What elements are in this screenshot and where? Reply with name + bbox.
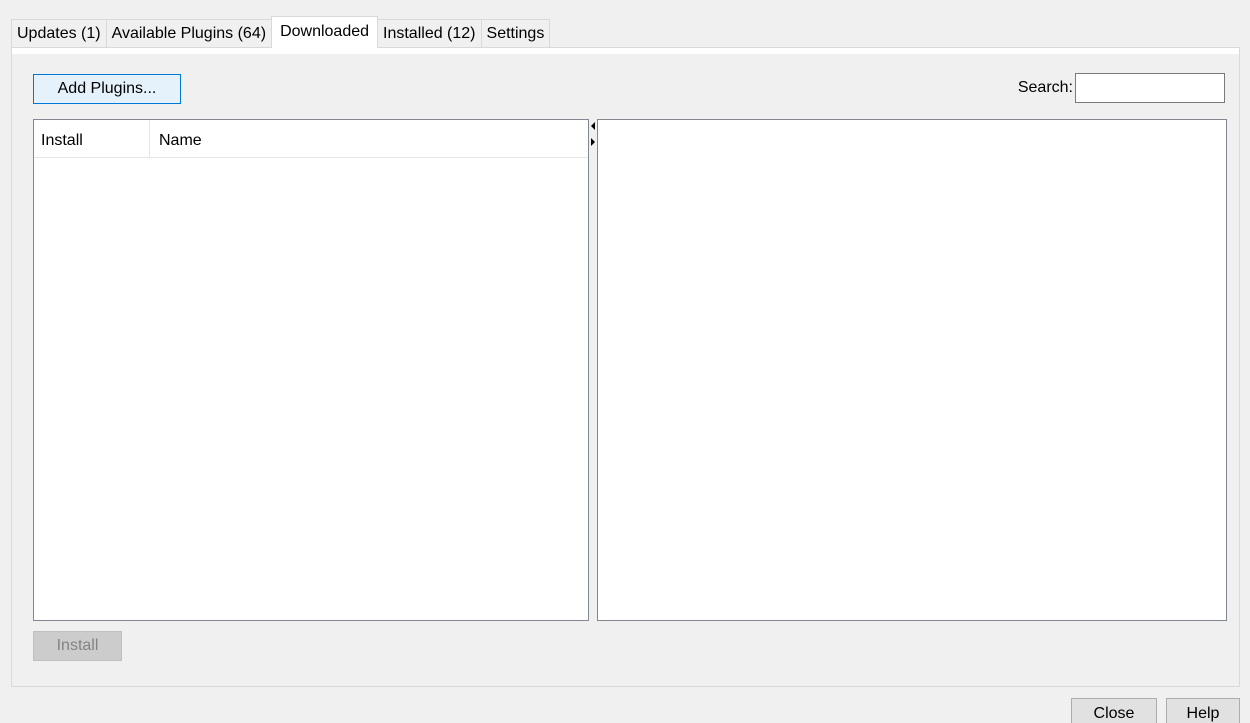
column-header-name[interactable]: Name <box>150 120 588 157</box>
plugin-manager-window: Updates (1) Available Plugins (64) Downl… <box>0 0 1250 723</box>
search-input[interactable] <box>1075 73 1225 103</box>
collapse-left-icon[interactable] <box>591 122 595 130</box>
search-label: Search: <box>1017 79 1073 96</box>
tab-available-plugins[interactable]: Available Plugins (64) <box>105 19 273 48</box>
collapse-right-icon[interactable] <box>591 138 595 146</box>
install-button[interactable]: Install <box>33 631 122 661</box>
tab-installed[interactable]: Installed (12) <box>377 19 482 48</box>
help-button[interactable]: Help <box>1166 698 1240 723</box>
plugin-list[interactable]: Install Name <box>33 119 589 621</box>
close-button[interactable]: Close <box>1071 698 1157 723</box>
tab-bar: Updates (1) Available Plugins (64) Downl… <box>11 16 551 48</box>
downloaded-tab-panel: Add Plugins... Search: Install Name Inst… <box>11 47 1240 687</box>
pane-splitter[interactable] <box>590 119 596 621</box>
tab-downloaded[interactable]: Downloaded <box>271 16 379 48</box>
plugin-details-pane <box>597 119 1227 621</box>
panel-top-strip <box>12 48 1239 54</box>
plugin-list-header: Install Name <box>34 120 588 158</box>
tab-settings[interactable]: Settings <box>480 19 551 48</box>
tab-updates[interactable]: Updates (1) <box>11 19 107 48</box>
column-header-install[interactable]: Install <box>34 120 150 157</box>
add-plugins-button[interactable]: Add Plugins... <box>33 74 181 104</box>
